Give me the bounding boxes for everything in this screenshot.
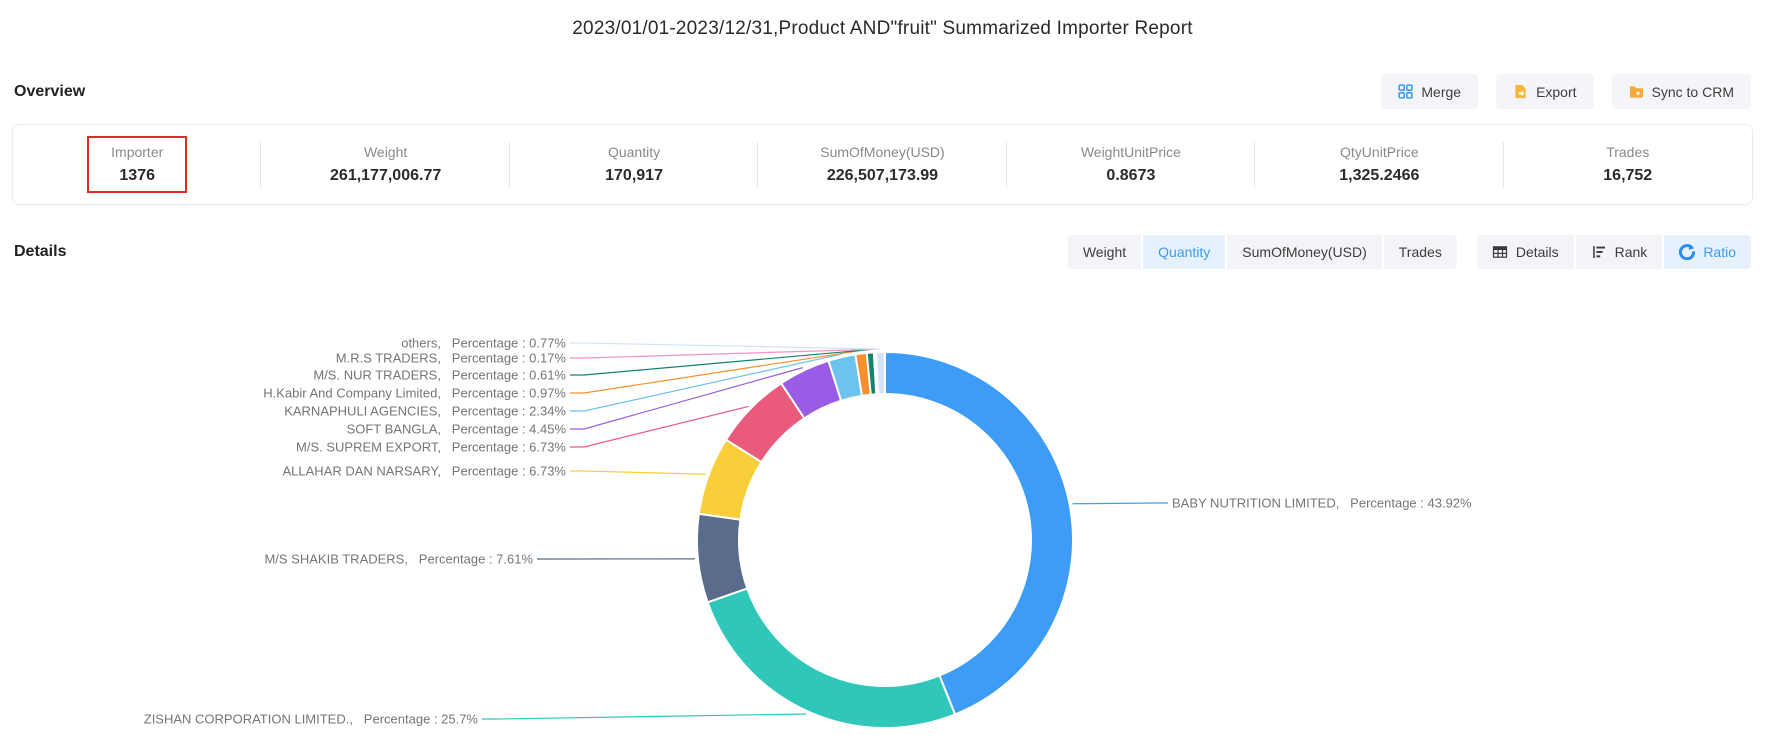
button-label: Sync to CRM	[1652, 85, 1734, 99]
overview-heading: Overview	[14, 83, 85, 101]
tab-quantity[interactable]: Quantity	[1143, 235, 1225, 269]
ratio-icon	[1679, 244, 1695, 260]
tab-sumofmoney-usd[interactable]: SumOfMoney(USD)	[1227, 235, 1381, 269]
stat-value: 0.8673	[1081, 167, 1181, 185]
overview-stats-card: Importer 1376 Weight 261,177,006.77 Quantity…	[12, 124, 1753, 205]
metric-tab-group: Weight Quantity SumOfMoney(USD) Trades	[1068, 235, 1457, 269]
button-label: Merge	[1421, 85, 1461, 99]
stat-value: 16,752	[1603, 167, 1652, 185]
export-button[interactable]: Export	[1496, 74, 1593, 109]
details-icon	[1492, 244, 1508, 260]
stat-value: 170,917	[605, 167, 663, 185]
ratio-view-button[interactable]: Ratio	[1664, 235, 1751, 269]
stat-qtyunitprice: QtyUnitPrice 1,325.2466	[1255, 138, 1503, 191]
stat-highlight-box: Importer 1376	[87, 136, 187, 193]
details-controls: Weight Quantity SumOfMoney(USD) Trades Detai…	[1068, 235, 1751, 269]
button-label: Ratio	[1703, 245, 1736, 259]
pie-label-karnaphuli-agencies: KARNAPHULI AGENCIES, Percentage : 2.34%	[284, 404, 566, 419]
importer-report-page: 2023/01/01-2023/12/31,Product AND"fruit"…	[0, 0, 1765, 269]
stat-box: Quantity 170,917	[595, 138, 673, 191]
rank-view-button[interactable]: Rank	[1576, 235, 1663, 269]
tab-label: Quantity	[1158, 245, 1210, 259]
pie-label-line-m-s-suprem-export	[570, 406, 748, 447]
stat-value: 226,507,173.99	[820, 167, 944, 185]
stat-label: Weight	[330, 144, 441, 160]
stat-sumofmoney-usd: SumOfMoney(USD) 226,507,173.99	[758, 138, 1006, 191]
pie-label-line-zishan-corporation-limited	[482, 714, 806, 719]
stat-box: QtyUnitPrice 1,325.2466	[1329, 138, 1429, 191]
pie-label-soft-bangla: SOFT BANGLA, Percentage : 4.45%	[347, 422, 567, 437]
stat-label: SumOfMoney(USD)	[820, 144, 944, 160]
pie-label-m-s-suprem-export: M/S. SUPREM EXPORT, Percentage : 6.73%	[296, 440, 566, 455]
stat-quantity: Quantity 170,917	[510, 138, 758, 191]
button-label: Details	[1516, 245, 1559, 259]
pie-label-h-kabir-and-company-limited: H.Kabir And Company Limited, Percentage …	[263, 386, 566, 401]
details-view-button[interactable]: Details	[1477, 235, 1574, 269]
export-icon	[1513, 84, 1528, 99]
overview-header-row: Overview Merge Export Sync to CRM	[0, 74, 1765, 109]
pie-label-others: others, Percentage : 0.77%	[401, 336, 566, 351]
page-title: 2023/01/01-2023/12/31,Product AND"fruit"…	[0, 0, 1765, 40]
pie-label-m-s-shakib-traders: M/S SHAKIB TRADERS, Percentage : 7.61%	[264, 552, 533, 567]
stat-trades: Trades 16,752	[1504, 138, 1752, 191]
sync-to-crm-button[interactable]: Sync to CRM	[1612, 74, 1751, 109]
merge-button[interactable]: Merge	[1381, 74, 1478, 109]
importer-ratio-donut-chart: BABY NUTRITION LIMITED, Percentage : 43.…	[0, 280, 1765, 741]
stat-label: Trades	[1603, 144, 1652, 160]
pie-label-line-baby-nutrition-limited	[1073, 503, 1168, 504]
pie-label-baby-nutrition-limited: BABY NUTRITION LIMITED, Percentage : 43.…	[1172, 496, 1472, 511]
stat-label: WeightUnitPrice	[1081, 144, 1181, 160]
pie-slice-others[interactable]	[876, 352, 885, 394]
stat-label: Importer	[111, 144, 163, 160]
tab-label: Weight	[1083, 245, 1126, 259]
stat-value: 1,325.2466	[1339, 167, 1419, 185]
overview-action-buttons: Merge Export Sync to CRM	[1363, 74, 1751, 109]
sync-icon	[1629, 84, 1644, 99]
stat-box: SumOfMoney(USD) 226,507,173.99	[810, 138, 954, 191]
stat-box: Weight 261,177,006.77	[320, 138, 451, 191]
pie-label-line-others	[570, 343, 880, 349]
pie-label-m-s-nur-traders: M/S. NUR TRADERS, Percentage : 0.61%	[313, 368, 566, 383]
stat-label: Quantity	[605, 144, 663, 160]
stat-label: QtyUnitPrice	[1339, 144, 1419, 160]
tab-trades[interactable]: Trades	[1384, 235, 1457, 269]
stat-value: 1376	[111, 167, 163, 185]
pie-slice-m-s-shakib-traders[interactable]	[697, 514, 747, 603]
stat-value: 261,177,006.77	[330, 167, 441, 185]
tab-label: SumOfMoney(USD)	[1242, 245, 1366, 259]
pie-label-m-r-s-traders: M.R.S TRADERS, Percentage : 0.17%	[336, 351, 567, 366]
pie-label-allahar-dan-narsary: ALLAHAR DAN NARSARY, Percentage : 6.73%	[283, 464, 567, 479]
tab-label: Trades	[1399, 245, 1442, 259]
button-label: Export	[1536, 85, 1576, 99]
stat-weightunitprice: WeightUnitPrice 0.8673	[1007, 138, 1255, 191]
tab-weight[interactable]: Weight	[1068, 235, 1141, 269]
stat-weight: Weight 261,177,006.77	[261, 138, 509, 191]
details-header-row: Details Weight Quantity SumOfMoney(USD) Tra…	[0, 235, 1765, 269]
stat-box: WeightUnitPrice 0.8673	[1071, 138, 1191, 191]
button-label: Rank	[1615, 245, 1648, 259]
details-heading: Details	[14, 243, 66, 261]
view-button-group: Details Rank Ratio	[1477, 235, 1751, 269]
stat-box: Trades 16,752	[1593, 138, 1662, 191]
merge-icon	[1398, 84, 1413, 99]
pie-slice-baby-nutrition-limited[interactable]	[885, 352, 1073, 714]
pie-slice-zishan-corporation-limited[interactable]	[708, 588, 955, 728]
stat-importer: Importer 1376	[13, 136, 261, 193]
pie-label-zishan-corporation-limited: ZISHAN CORPORATION LIMITED., Percentage …	[144, 712, 479, 727]
pie-label-line-allahar-dan-narsary	[570, 471, 706, 474]
rank-icon	[1591, 244, 1607, 260]
